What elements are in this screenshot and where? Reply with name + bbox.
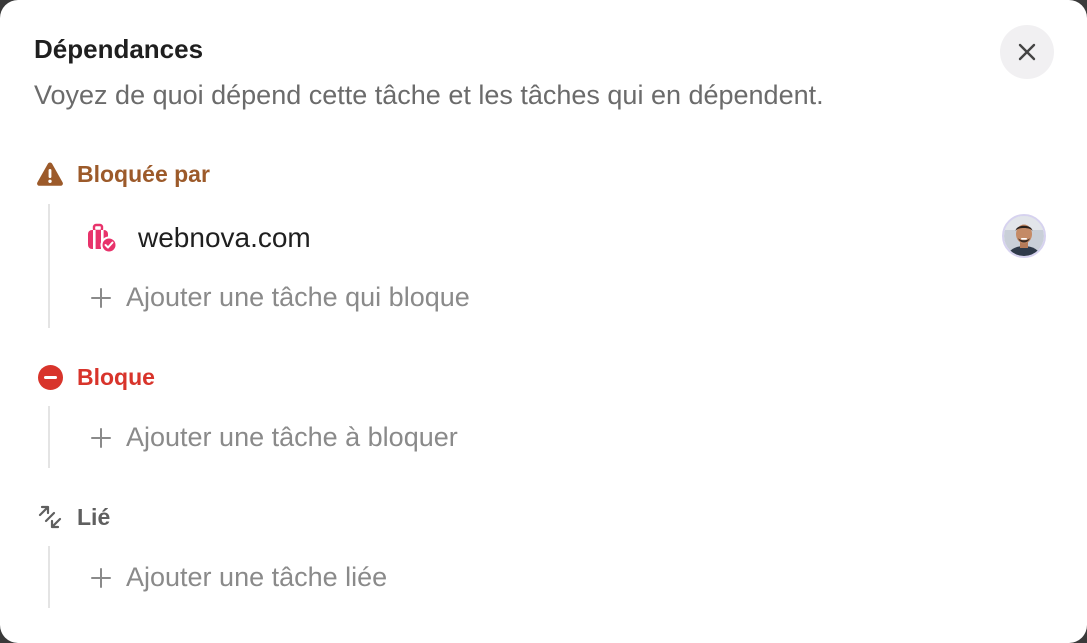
add-task-to-block-label: Ajouter une tâche à bloquer: [126, 422, 458, 452]
add-related-task-button[interactable]: Ajouter une tâche liée: [90, 562, 387, 593]
add-related-task-label: Ajouter une tâche liée: [126, 562, 388, 592]
add-task-to-block-button[interactable]: Ajouter une tâche à bloquer: [90, 422, 458, 453]
section-blocked-by-header: Bloquée par: [36, 160, 210, 188]
plus-icon: [90, 287, 112, 309]
section-related-header: Lié: [36, 503, 110, 531]
section-blocks-header: Bloque: [36, 363, 155, 391]
dialog-title: Dépendances: [34, 34, 204, 64]
task-row-webnova[interactable]: webnova.com: [86, 214, 1046, 262]
arrows-link-icon: [36, 503, 64, 531]
plus-icon: [90, 427, 112, 449]
dialog-subtitle: Voyez de quoi dépend cette tâche et les …: [34, 80, 824, 110]
dependencies-dialog: Dépendances Voyez de quoi dépend cette t…: [0, 0, 1087, 643]
warning-triangle-icon: [36, 160, 64, 188]
section-divider-line: [48, 406, 50, 468]
close-button[interactable]: [1000, 25, 1054, 79]
minus-circle-icon: [36, 363, 64, 391]
plus-icon: [90, 567, 112, 589]
assignee-avatar[interactable]: [1002, 214, 1046, 258]
task-label: webnova.com: [138, 222, 311, 253]
close-icon: [1018, 43, 1036, 61]
section-divider-line: [48, 546, 50, 608]
section-divider-line: [48, 204, 50, 328]
section-blocked-by-label: Bloquée par: [77, 160, 210, 187]
section-blocks-label: Bloque: [77, 363, 155, 390]
add-blocking-task-button[interactable]: Ajouter une tâche qui bloque: [90, 282, 470, 313]
add-blocking-task-label: Ajouter une tâche qui bloque: [126, 282, 470, 312]
section-related-label: Lié: [77, 503, 111, 530]
briefcase-check-icon: [86, 222, 118, 254]
